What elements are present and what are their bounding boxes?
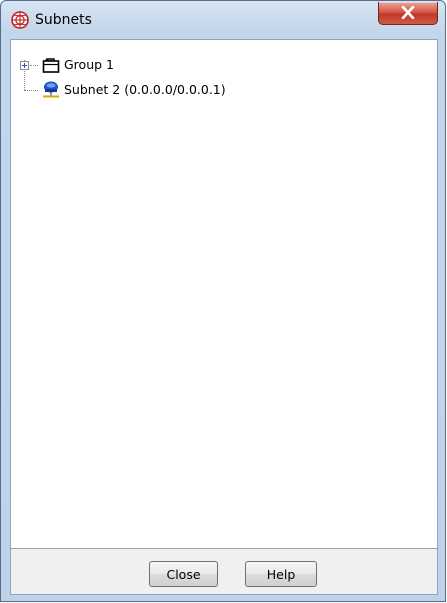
dialog-client-area: Group 1 Subnet 2 (0.0.0.0/0.0.0.1) Close xyxy=(10,39,438,595)
tree-item-subnet-2[interactable]: Subnet 2 (0.0.0.0/0.0.0.1) xyxy=(11,80,311,100)
close-icon xyxy=(401,6,415,19)
title-bar[interactable]: Subnets xyxy=(1,1,445,39)
tree-item-group-1[interactable]: Group 1 xyxy=(11,55,211,75)
globe-icon xyxy=(11,11,29,29)
group-folder-icon xyxy=(41,56,61,80)
subnet-tree[interactable]: Group 1 Subnet 2 (0.0.0.0/0.0.0.1) xyxy=(11,40,437,549)
window-close-button[interactable] xyxy=(378,2,438,25)
subnet-icon xyxy=(41,80,61,106)
help-button[interactable]: Help xyxy=(245,561,317,587)
tree-item-label: Subnet 2 (0.0.0.0/0.0.0.1) xyxy=(64,82,226,97)
window-title: Subnets xyxy=(35,12,92,28)
expand-icon[interactable] xyxy=(20,61,29,70)
subnets-dialog: Subnets Group 1 Subnet 2 (0.0.0.0/0.0.0.… xyxy=(0,0,446,602)
tree-item-label: Group 1 xyxy=(64,57,114,72)
close-button[interactable]: Close xyxy=(149,561,218,587)
dialog-button-bar: Close Help xyxy=(11,548,437,594)
